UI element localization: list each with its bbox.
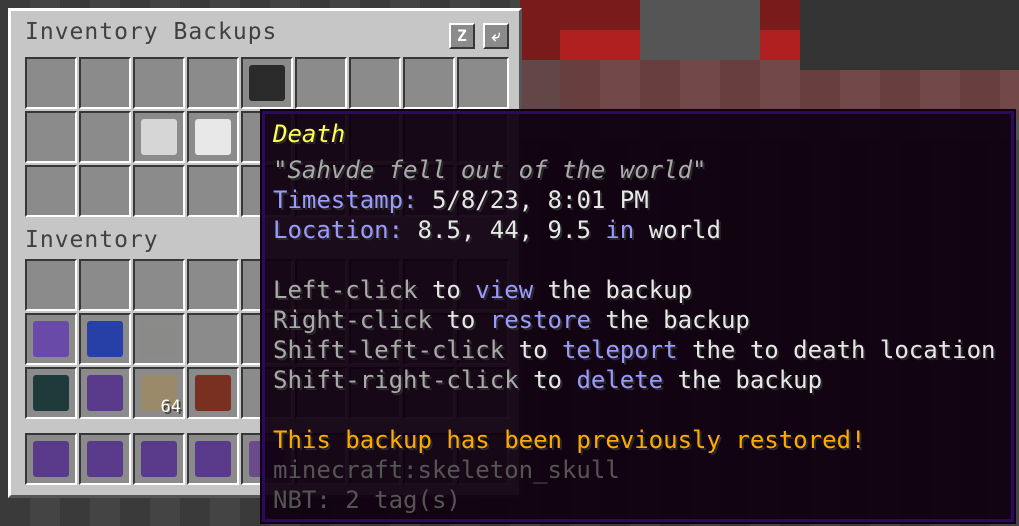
action-verb: view (475, 276, 534, 304)
netherite-pickaxe-icon (87, 375, 123, 411)
inventory-slot[interactable] (25, 367, 77, 419)
ender-chest-icon (33, 375, 69, 411)
tooltip-action-line: Right-click to restore the backup (273, 306, 750, 334)
return-icon: ⤶ (491, 26, 501, 45)
timestamp-label: Timestamp: (273, 186, 418, 214)
action-to: to (504, 336, 562, 364)
netherite-shovel-icon (195, 441, 231, 477)
inventory-slot[interactable]: 64 (133, 367, 185, 419)
action-rest: the backup (533, 276, 693, 304)
location-label: Location: (273, 216, 404, 244)
inventory-slot[interactable] (133, 259, 185, 311)
action-to: to (431, 306, 490, 334)
location-in: in (605, 216, 635, 244)
tooltip-warning: This backup has been previously restored… (273, 426, 866, 454)
return-button[interactable]: ⤶ (483, 23, 509, 49)
action-verb: teleport (561, 336, 678, 364)
inventory-slot[interactable] (79, 367, 131, 419)
window-title: Inventory Backups (25, 19, 278, 45)
inventory-slot[interactable] (79, 433, 131, 485)
action-verb: delete (576, 366, 664, 394)
sort-button[interactable]: Z (449, 23, 475, 49)
action-verb: restore (489, 306, 591, 334)
inventory-slot[interactable] (133, 433, 185, 485)
inventory-slot[interactable] (187, 165, 239, 217)
inventory-slot[interactable] (187, 367, 239, 419)
netherite-pickaxe-icon (87, 441, 123, 477)
sort-icon: Z (457, 26, 467, 45)
action-rest: the backup (663, 366, 823, 394)
inventory-slot[interactable] (79, 57, 131, 109)
inventory-slot[interactable] (25, 111, 77, 163)
action-to: to (518, 366, 577, 394)
inventory-slot[interactable] (187, 433, 239, 485)
enchanted-book-icon (195, 375, 231, 411)
netherite-axe-icon (141, 441, 177, 477)
tooltip-action-line: Left-click to view the backup (273, 276, 692, 304)
inventory-slot[interactable] (133, 111, 185, 163)
action-trigger: Shift-left-click (273, 336, 505, 364)
inventory-slot[interactable] (133, 313, 185, 365)
wither-skeleton-skull-icon (249, 65, 285, 101)
netherite-chestplate-icon (33, 321, 69, 357)
inventory-slot[interactable] (187, 57, 239, 109)
tooltip-item-id: minecraft:skeleton_skull (273, 456, 620, 484)
skeleton-skull-icon (195, 119, 231, 155)
background-block (800, 0, 1019, 70)
inventory-slot[interactable] (187, 313, 239, 365)
item-count: 64 (160, 397, 181, 417)
action-rest: the backup (590, 306, 750, 334)
tooltip-action-line: Shift-left-click to teleport the to deat… (273, 336, 995, 364)
tooltip-location: Location: 8.5, 44, 9.5 in world (273, 216, 721, 244)
item-tooltip: Death "Sahvde fell out of the world" Tim… (260, 109, 1016, 524)
inventory-slot[interactable] (79, 313, 131, 365)
inventory-slot[interactable] (25, 259, 77, 311)
tooltip-nbt: NBT: 2 tag(s) (273, 486, 461, 514)
timestamp-value: 5/8/23, 8:01 PM (431, 186, 649, 214)
inventory-slot[interactable] (133, 165, 185, 217)
skeleton-skull-icon (141, 119, 177, 155)
action-rest: the to death location (677, 336, 996, 364)
inventory-slot[interactable] (79, 259, 131, 311)
inventory-slot[interactable] (187, 259, 239, 311)
tooltip-action-line: Shift-right-click to delete the backup (273, 366, 822, 394)
inventory-slot[interactable] (133, 57, 185, 109)
action-trigger: Left-click (273, 276, 418, 304)
inventory-slot[interactable] (187, 111, 239, 163)
inventory-slot[interactable] (79, 111, 131, 163)
action-to: to (417, 276, 476, 304)
background-block (640, 0, 760, 60)
action-trigger: Shift-right-click (273, 366, 519, 394)
inventory-slot[interactable] (349, 57, 401, 109)
tooltip-death-message: "Sahvde fell out of the world" (273, 156, 707, 184)
inventory-slot[interactable] (25, 313, 77, 365)
stone-block-icon (141, 321, 177, 357)
tooltip-title: Death (273, 120, 346, 148)
action-trigger: Right-click (273, 306, 432, 334)
inventory-slot[interactable] (25, 165, 77, 217)
inventory-slot[interactable] (79, 165, 131, 217)
location-value: 8.5, 44, 9.5 (417, 216, 591, 244)
inventory-label: Inventory (25, 227, 159, 253)
lapis-block-icon (87, 321, 123, 357)
inventory-slot[interactable] (457, 57, 509, 109)
inventory-slot[interactable] (403, 57, 455, 109)
inventory-slot[interactable] (241, 57, 293, 109)
inventory-slot[interactable] (25, 57, 77, 109)
location-world: world (648, 216, 721, 244)
netherite-sword-icon (33, 441, 69, 477)
tooltip-timestamp: Timestamp: 5/8/23, 8:01 PM (273, 186, 649, 214)
inventory-slot[interactable] (295, 57, 347, 109)
inventory-slot[interactable] (25, 433, 77, 485)
